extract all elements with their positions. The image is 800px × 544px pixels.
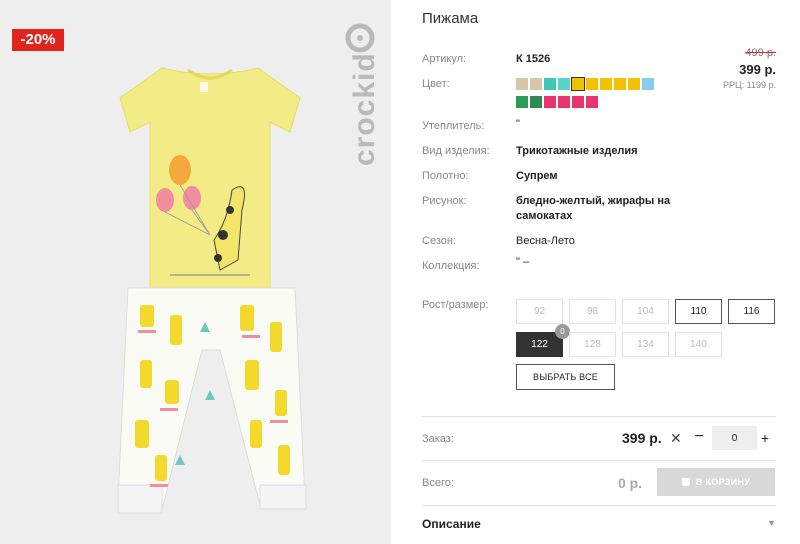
quantity-input[interactable] — [712, 426, 757, 450]
color-swatch[interactable] — [642, 78, 654, 90]
times-icon: ✕ — [670, 430, 682, 446]
article-value: К 1526 — [516, 53, 551, 65]
brand-watermark-text: crockid — [348, 52, 381, 166]
divider — [422, 416, 776, 417]
size-option-110[interactable]: 110 — [675, 299, 722, 324]
color-swatch[interactable] — [558, 78, 570, 90]
article-label: Артикул: — [422, 53, 467, 65]
chevron-down-icon[interactable]: ▼ — [767, 518, 776, 528]
color-swatch[interactable] — [614, 78, 626, 90]
divider — [422, 505, 776, 506]
color-swatch[interactable] — [558, 96, 570, 108]
collection-value: " – — [516, 256, 530, 268]
insulation-value: " — [516, 118, 520, 130]
color-swatch[interactable] — [571, 77, 585, 91]
size-option-98[interactable]: 98 — [569, 299, 616, 324]
quantity-plus-button[interactable]: + — [758, 428, 772, 448]
product-image-panel[interactable]: -20% crockid — [0, 0, 391, 544]
fabric-label: Полотно: — [422, 170, 469, 182]
season-value: Весна-Лето — [516, 235, 575, 247]
pattern-label: Рисунок: — [422, 195, 467, 207]
select-all-button[interactable]: ВЫБРАТЬ ВСЕ — [516, 364, 615, 390]
color-swatch[interactable] — [572, 96, 584, 108]
size-option-104[interactable]: 104 — [622, 299, 669, 324]
kind-value: Трикотажные изделия — [516, 145, 638, 157]
product-title: Пижама — [422, 10, 479, 27]
add-to-cart-button[interactable]: В КОРЗИНУ — [657, 468, 775, 496]
color-swatch[interactable] — [600, 78, 612, 90]
brand-watermark: crockid — [336, 16, 384, 166]
collection-label: Коллекция: — [422, 260, 480, 272]
size-option-134[interactable]: 134 — [622, 332, 669, 357]
pajama-image — [117, 67, 307, 514]
pattern-value: бледно-желтый, жирафы на самокатах — [516, 195, 671, 222]
color-swatch[interactable] — [516, 96, 528, 108]
size-label: Рост/размер: — [422, 299, 489, 311]
quantity-minus-button[interactable]: − — [692, 428, 706, 448]
color-swatch[interactable] — [544, 96, 556, 108]
size-option-92[interactable]: 92 — [516, 299, 563, 324]
cart-icon — [681, 478, 690, 486]
kind-label: Вид изделия: — [422, 145, 490, 157]
insulation-label: Утеплитель: — [422, 120, 485, 132]
color-label: Цвет: — [422, 78, 450, 90]
color-swatch[interactable] — [530, 78, 542, 90]
discount-badge: -20% — [12, 29, 64, 51]
total-label: Всего: — [422, 477, 454, 489]
season-label: Сезон: — [422, 235, 456, 247]
size-count-badge: 0 — [555, 324, 570, 339]
color-swatch[interactable] — [586, 96, 598, 108]
product-details: Пижама Артикул: К 1526 499 р. 399 р. РРЦ… — [422, 0, 776, 544]
color-swatch[interactable] — [516, 78, 528, 90]
color-swatches — [516, 77, 666, 114]
old-price: 499 р. — [745, 47, 776, 59]
price: 399 р. — [739, 62, 776, 77]
color-swatch[interactable] — [628, 78, 640, 90]
size-option-128[interactable]: 128 — [569, 332, 616, 357]
size-option-116[interactable]: 116 — [728, 299, 775, 324]
description-toggle[interactable]: Описание — [422, 517, 481, 531]
total-value: 0 р. — [618, 475, 643, 491]
color-swatch[interactable] — [530, 96, 542, 108]
color-swatch[interactable] — [586, 78, 598, 90]
order-price: 399 р. — [622, 430, 662, 446]
fabric-value: Супрем — [516, 170, 558, 182]
divider — [422, 460, 776, 461]
add-to-cart-label: В КОРЗИНУ — [695, 477, 751, 487]
order-label: Заказ: — [422, 433, 454, 445]
size-option-140[interactable]: 140 — [675, 332, 722, 357]
color-swatch[interactable] — [544, 78, 556, 90]
rrp-price: РРЦ: 1199 р. — [722, 80, 776, 90]
